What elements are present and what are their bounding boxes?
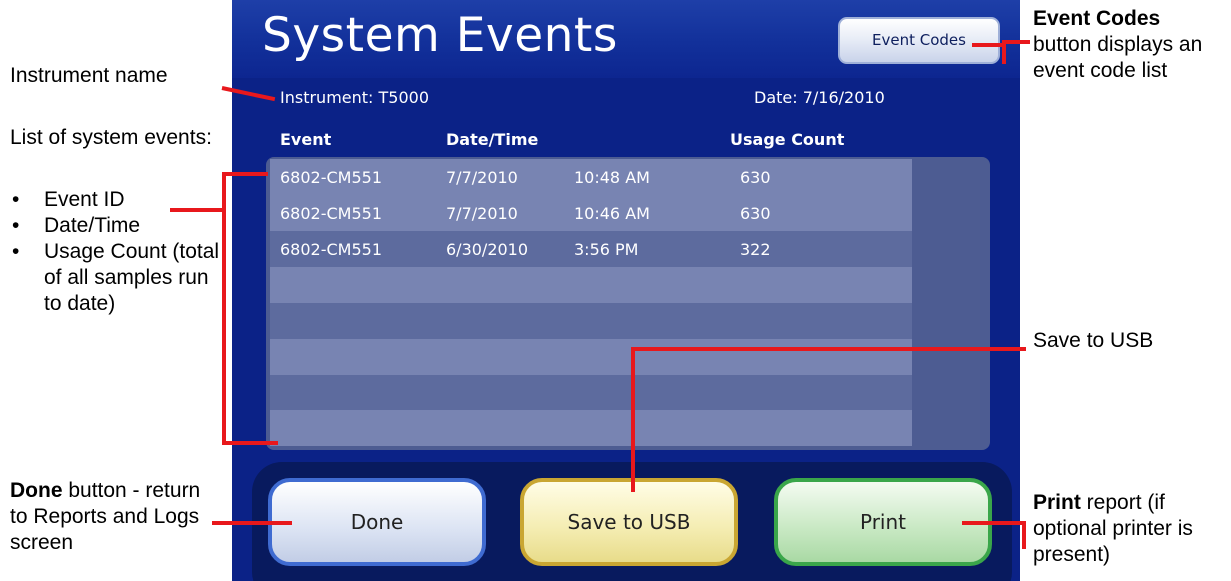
column-header-event: Event	[280, 130, 332, 149]
column-header-datetime: Date/Time	[446, 130, 539, 149]
leader-line	[962, 521, 1026, 525]
leader-line	[212, 521, 292, 525]
leader-line	[1022, 521, 1026, 549]
date-label: Date: 7/16/2010	[754, 88, 885, 107]
annotation-done-bold: Done	[10, 479, 63, 502]
annotation-instrument-name: Instrument name	[10, 64, 168, 87]
leader-line	[222, 172, 226, 445]
annotation-save-usb: Save to USB	[1033, 329, 1154, 352]
table-row[interactable]: 6802-CM551 7/7/2010 10:48 AM 630	[270, 159, 912, 195]
annotation-done: Done button - return to Reports and Logs…	[10, 478, 220, 556]
save-to-usb-button[interactable]: Save to USB	[520, 478, 738, 566]
date-cell: 7/7/2010	[446, 204, 518, 223]
time-cell: 10:46 AM	[574, 204, 650, 223]
table-row[interactable]: 6802-CM551 7/7/2010 10:46 AM 630	[270, 195, 912, 231]
table-row[interactable]	[270, 410, 912, 446]
event-codes-button[interactable]: Event Codes	[838, 17, 1000, 64]
leader-line	[222, 172, 268, 176]
time-cell: 10:48 AM	[574, 168, 650, 187]
table-row[interactable]	[270, 303, 912, 339]
page-title: System Events	[262, 8, 618, 63]
leader-line	[222, 441, 278, 445]
system-events-screen: System Events Event Codes Instrument: T5…	[232, 0, 1020, 581]
instrument-label: Instrument: T5000	[280, 88, 429, 107]
column-header-usage-count: Usage Count	[730, 130, 845, 149]
date-cell: 6/30/2010	[446, 240, 529, 259]
annotation-event-codes-bold: Event Codes	[1033, 7, 1161, 30]
annotation-print-bold: Print	[1033, 491, 1081, 514]
leader-line	[170, 208, 224, 212]
leader-line	[631, 347, 635, 492]
leader-line	[972, 43, 1006, 47]
usage-count-cell: 630	[740, 168, 771, 187]
annotation-list-item: Date/Time	[10, 213, 220, 239]
leader-line	[632, 347, 1026, 351]
annotation-event-codes: Event Codes button displays an event cod…	[1033, 6, 1223, 84]
event-id-cell: 6802-CM551	[280, 240, 383, 259]
usage-count-cell: 322	[740, 240, 771, 259]
usage-count-cell: 630	[740, 204, 771, 223]
done-button[interactable]: Done	[268, 478, 486, 566]
print-button[interactable]: Print	[774, 478, 992, 566]
leader-line	[1002, 40, 1030, 44]
annotation-list: Event ID Date/Time Usage Count (total of…	[10, 187, 220, 317]
event-id-cell: 6802-CM551	[280, 204, 383, 223]
table-row[interactable]: 6802-CM551 6/30/2010 3:56 PM 322	[270, 231, 912, 267]
annotation-list-intro: List of system events:	[10, 126, 212, 149]
annotation-list-item: Usage Count (total of all samples run to…	[10, 239, 220, 317]
table-row[interactable]	[270, 267, 912, 303]
date-cell: 7/7/2010	[446, 168, 518, 187]
event-id-cell: 6802-CM551	[280, 168, 383, 187]
table-row[interactable]	[270, 375, 912, 411]
time-cell: 3:56 PM	[574, 240, 639, 259]
annotation-print: Print report (if optional printer is pre…	[1033, 490, 1228, 568]
table-row[interactable]	[270, 339, 912, 375]
annotation-event-codes-text: button displays an event code list	[1033, 33, 1203, 82]
